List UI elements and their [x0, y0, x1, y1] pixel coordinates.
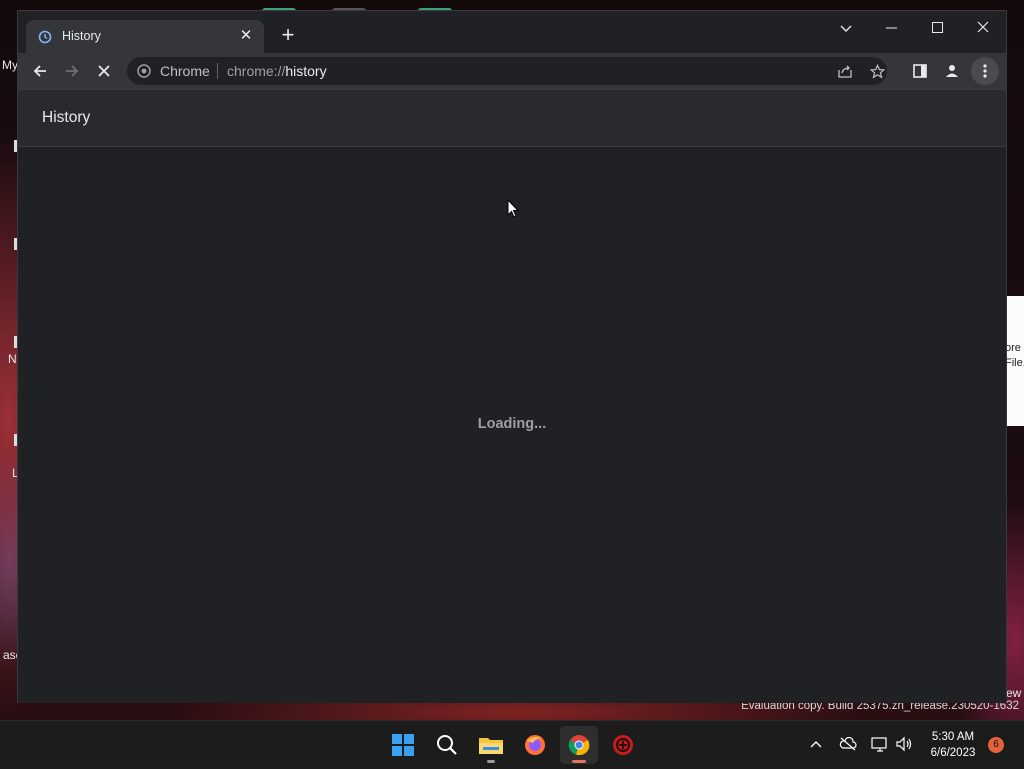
close-tab-icon[interactable]: ✕	[236, 26, 256, 46]
close-window-icon[interactable]	[963, 15, 1003, 43]
start-icon[interactable]	[384, 726, 422, 764]
side-panel-icon[interactable]	[906, 57, 934, 85]
desktop-icon-label: N	[8, 352, 17, 366]
running-indicator	[487, 760, 495, 763]
dialog-text: ore	[1005, 342, 1021, 354]
forward-arrow-icon[interactable]	[58, 57, 86, 85]
new-tab-icon[interactable]: +	[277, 24, 299, 47]
taskbar: 5:30 AM 6/6/2023 6	[0, 720, 1024, 769]
minimize-icon[interactable]	[871, 15, 911, 43]
loading-status: Loading...	[477, 416, 547, 432]
browser-toolbar: Chrome chrome://history	[18, 53, 1006, 89]
taskbar-clock[interactable]: 5:30 AM 6/6/2023	[920, 729, 986, 761]
tab-strip: History ✕ +	[18, 11, 1006, 53]
desktop-icon-label: ew	[1006, 686, 1022, 700]
dialog-text: File.	[1005, 357, 1024, 369]
tab-title: History	[62, 29, 101, 43]
firefox-icon[interactable]	[516, 726, 554, 764]
profile-avatar-icon[interactable]	[938, 57, 966, 85]
search-icon[interactable]	[428, 726, 466, 764]
omnibox-divider	[217, 63, 218, 79]
bookmark-star-icon[interactable]	[863, 57, 891, 85]
chrome-taskbar-icon[interactable]	[560, 726, 598, 764]
active-indicator	[572, 760, 586, 763]
site-chip-label: Chrome	[160, 63, 210, 79]
share-icon[interactable]	[831, 57, 859, 85]
url-path: history	[285, 63, 327, 79]
page-title: History	[42, 109, 91, 126]
chrome-icon	[137, 64, 151, 78]
desktop-icon-label: My	[2, 58, 18, 72]
back-arrow-icon[interactable]	[26, 57, 54, 85]
network-icon[interactable]	[869, 733, 891, 755]
volume-icon[interactable]	[893, 733, 915, 755]
file-explorer-icon[interactable]	[472, 726, 510, 764]
clock-date: 6/6/2023	[930, 747, 976, 759]
browser-window: History ✕ + Chrome chrome://history Hist…	[18, 11, 1006, 703]
clock-time: 5:30 AM	[931, 731, 975, 743]
page-content: History Loading...	[18, 89, 1006, 703]
background-dialog[interactable]: ore File.	[1005, 296, 1024, 426]
stop-loading-icon[interactable]	[90, 57, 118, 85]
url-scheme: chrome://	[227, 63, 286, 79]
app-icon[interactable]	[604, 726, 642, 764]
tab-history[interactable]: History ✕	[26, 20, 264, 53]
show-hidden-icons-chevron-icon[interactable]	[805, 733, 827, 755]
mouse-cursor-icon	[507, 199, 519, 218]
url-text: chrome://history	[227, 63, 327, 79]
notification-badge[interactable]: 6	[988, 737, 1004, 753]
history-header: History	[18, 90, 1006, 147]
maximize-icon[interactable]	[917, 15, 957, 43]
tab-search-icon[interactable]	[826, 15, 866, 43]
menu-kebab-icon[interactable]	[971, 57, 999, 85]
address-bar[interactable]: Chrome chrome://history	[127, 57, 887, 85]
history-icon	[38, 30, 52, 44]
onedrive-offline-icon[interactable]	[837, 733, 859, 755]
